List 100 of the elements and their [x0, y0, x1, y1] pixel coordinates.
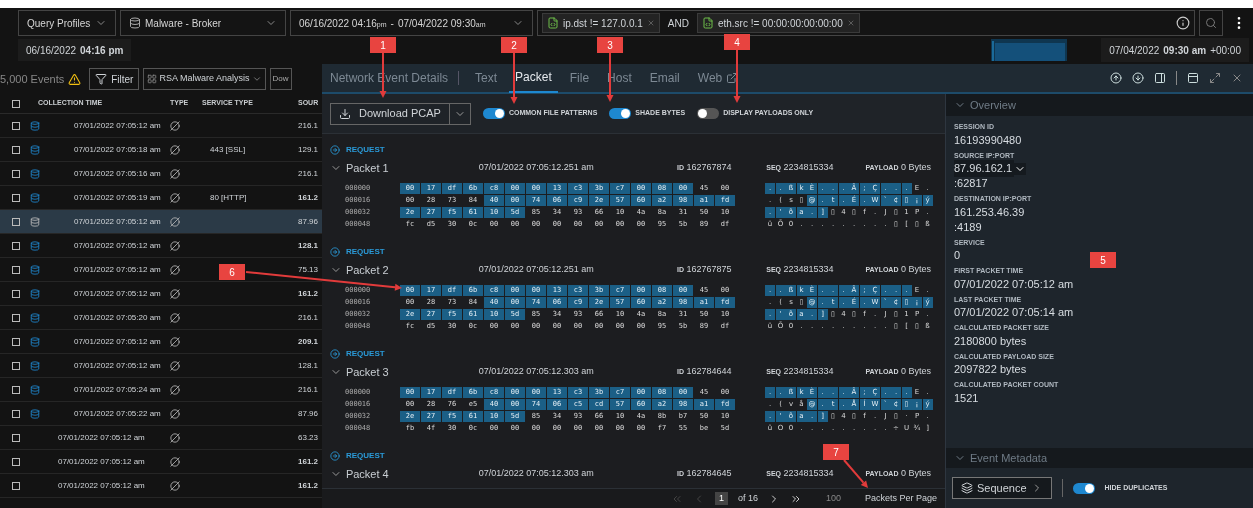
table-row[interactable]: 07/01/2022 07:05:16 am 216.1 — [0, 162, 322, 186]
row-checkbox[interactable] — [12, 241, 20, 250]
field-value: 2097822 bytes — [954, 362, 1027, 378]
panel-tab[interactable]: Web — [691, 63, 745, 93]
table-row[interactable]: 07/01/2022 07:05:12 am 87.96 — [0, 210, 322, 234]
search-button[interactable] — [1199, 10, 1223, 36]
page-number-field[interactable]: 1 — [714, 491, 728, 506]
table-row[interactable]: 07/01/2022 07:05:20 am 216.1 — [0, 306, 322, 330]
filter-pill[interactable]: ip.dst != 127.0.0.1 — [542, 13, 660, 33]
table-cell-text: 128.1 — [298, 239, 320, 252]
packet-time: 07/01/2022 07:05:12.251 am — [478, 161, 595, 175]
panel-tab[interactable]: File — [563, 63, 596, 93]
table-cell-text: 07/01/2022 07:05:12 am — [57, 479, 146, 492]
table-row[interactable]: 07/01/2022 07:05:12 am 161.2 — [0, 282, 322, 306]
row-checkbox[interactable] — [12, 169, 20, 178]
event-count: 5,000 Events — [0, 71, 65, 87]
row-checkbox[interactable] — [12, 409, 20, 418]
circle-arrow-down-icon[interactable] — [1132, 72, 1144, 84]
service-select[interactable]: Malware - Broker — [120, 10, 286, 36]
table-cell-text: 216.1 — [298, 119, 320, 132]
sequence-button[interactable]: Sequence — [952, 477, 1052, 499]
row-checkbox[interactable] — [12, 121, 20, 130]
table-row[interactable]: 07/01/2022 07:05:12 am 161.2 — [0, 450, 322, 474]
row-checkbox[interactable] — [12, 481, 20, 490]
select-value: Query Profiles — [27, 16, 91, 31]
circle-arrow-up-icon[interactable] — [1110, 72, 1122, 84]
download-button[interactable]: Dow — [269, 68, 292, 90]
table-cell: 80 [HTTP] — [210, 192, 247, 202]
table-cell-text: 07/01/2022 07:05:12 am — [73, 263, 162, 276]
layers-icon — [961, 482, 973, 494]
callout-arrow — [733, 49, 741, 103]
row-checkbox[interactable] — [12, 289, 20, 298]
packet-name: Packet 3 — [344, 364, 390, 380]
info-icon[interactable] — [1176, 16, 1190, 30]
profile-select[interactable]: Query Profiles — [18, 10, 116, 36]
field-value: 07/01/2022 07:05:12 am — [954, 276, 1074, 292]
row-checkbox[interactable] — [12, 313, 20, 322]
table-row[interactable]: 07/01/2022 07:05:12 am 209.1 — [0, 330, 322, 354]
filter-button[interactable]: Filter — [89, 68, 140, 90]
table-cell-text: 07/01/2022 07:05:12 am — [73, 359, 162, 372]
table-cell-text: 87.96 — [298, 407, 320, 420]
callout-label: 7 — [823, 444, 849, 460]
row-checkbox[interactable] — [12, 217, 20, 226]
table-row[interactable]: 07/01/2022 07:05:12 am 128.1 — [0, 354, 322, 378]
page-size-select[interactable]: 100 — [825, 491, 841, 506]
section-header[interactable]: Overview — [946, 94, 1253, 116]
close-icon[interactable] — [1231, 72, 1243, 84]
table-row[interactable]: 07/01/2022 07:05:22 am 87.96 — [0, 402, 322, 426]
start-date: 06/16/2022 04:16 pm — [18, 39, 132, 61]
circle-slash-icon — [170, 240, 180, 251]
column-group-select[interactable]: RSA Malware Analysis — [143, 68, 266, 90]
row-checkbox[interactable] — [12, 361, 20, 370]
circle-slash-icon — [170, 336, 180, 347]
row-checkbox[interactable] — [12, 265, 20, 274]
table-cell-text: 07/01/2022 07:05:12 am — [73, 335, 162, 348]
table-row[interactable]: 07/01/2022 07:05:12 am 216.1 — [0, 114, 322, 138]
callout-label: 1 — [370, 37, 396, 53]
table-cell-text: 07/01/2022 07:05:12 am — [73, 287, 162, 300]
table-row[interactable]: 07/01/2022 07:05:12 am 161.2 — [0, 474, 322, 498]
table-cell-text: 63.23 — [298, 431, 320, 444]
panel-top-icon[interactable] — [1187, 72, 1199, 84]
table-row[interactable]: 07/01/2022 07:05:18 am 443 [SSL] 129.1 — [0, 138, 322, 162]
table-cell-text: 161.2 — [298, 191, 320, 204]
packet-time: 07/01/2022 07:05:12.251 am — [478, 263, 595, 277]
panel-right-icon[interactable] — [1154, 72, 1166, 84]
toggle-switch[interactable] — [697, 108, 720, 119]
table-row[interactable]: 07/01/2022 07:05:24 am 216.1 — [0, 378, 322, 402]
table-cell-text: 07/01/2022 07:05:12 am — [73, 239, 162, 252]
table-cell-text: 75.13 — [298, 263, 320, 276]
chevron-down-icon[interactable] — [1014, 162, 1027, 175]
section-header[interactable]: Event Metadata — [946, 448, 1253, 468]
direction-label: REQUEST — [346, 246, 385, 258]
row-checkbox[interactable] — [12, 385, 20, 394]
panel-tab[interactable]: Text — [469, 63, 504, 93]
query-field[interactable]: ip.dst != 127.0.0.1 AND eth.src != 00:00:00:00:00:00 — [537, 10, 1195, 36]
expand-icon[interactable] — [1209, 72, 1221, 84]
row-checkbox[interactable] — [12, 433, 20, 442]
table-row[interactable]: 07/01/2022 07:05:12 am 63.23 — [0, 426, 322, 450]
circle-slash-icon — [170, 360, 180, 371]
table-cell-text: 07/01/2022 07:05:18 am — [73, 143, 162, 156]
table-cell-text: 216.1 — [298, 167, 320, 180]
table-cell-text: 07/01/2022 07:05:16 am — [73, 167, 162, 180]
panel-tab[interactable]: Email — [643, 63, 686, 93]
circle-slash-icon — [170, 288, 180, 299]
filter-pill[interactable]: eth.src != 00:00:00:00:00:00 — [696, 13, 860, 33]
row-checkbox[interactable] — [12, 193, 20, 202]
packet-time: 07/01/2022 07:05:12.303 am — [478, 467, 595, 481]
table-cell-text: 07/01/2022 07:05:24 am — [73, 383, 162, 396]
download-pcap-button[interactable]: Download PCAP — [330, 102, 471, 125]
toggle-switch[interactable] — [482, 108, 505, 119]
header-checkbox[interactable] — [12, 99, 20, 108]
toggle-switch[interactable] — [609, 108, 632, 119]
circle-slash-icon — [170, 480, 180, 491]
filter-icon — [95, 73, 108, 85]
row-checkbox[interactable] — [12, 457, 20, 466]
row-checkbox[interactable] — [12, 145, 20, 154]
section-title: Event Metadata — [970, 450, 1048, 466]
row-checkbox[interactable] — [12, 337, 20, 346]
toggle-switch[interactable] — [1072, 482, 1095, 494]
table-row[interactable]: 07/01/2022 07:05:12 am 128.1 — [0, 234, 322, 258]
